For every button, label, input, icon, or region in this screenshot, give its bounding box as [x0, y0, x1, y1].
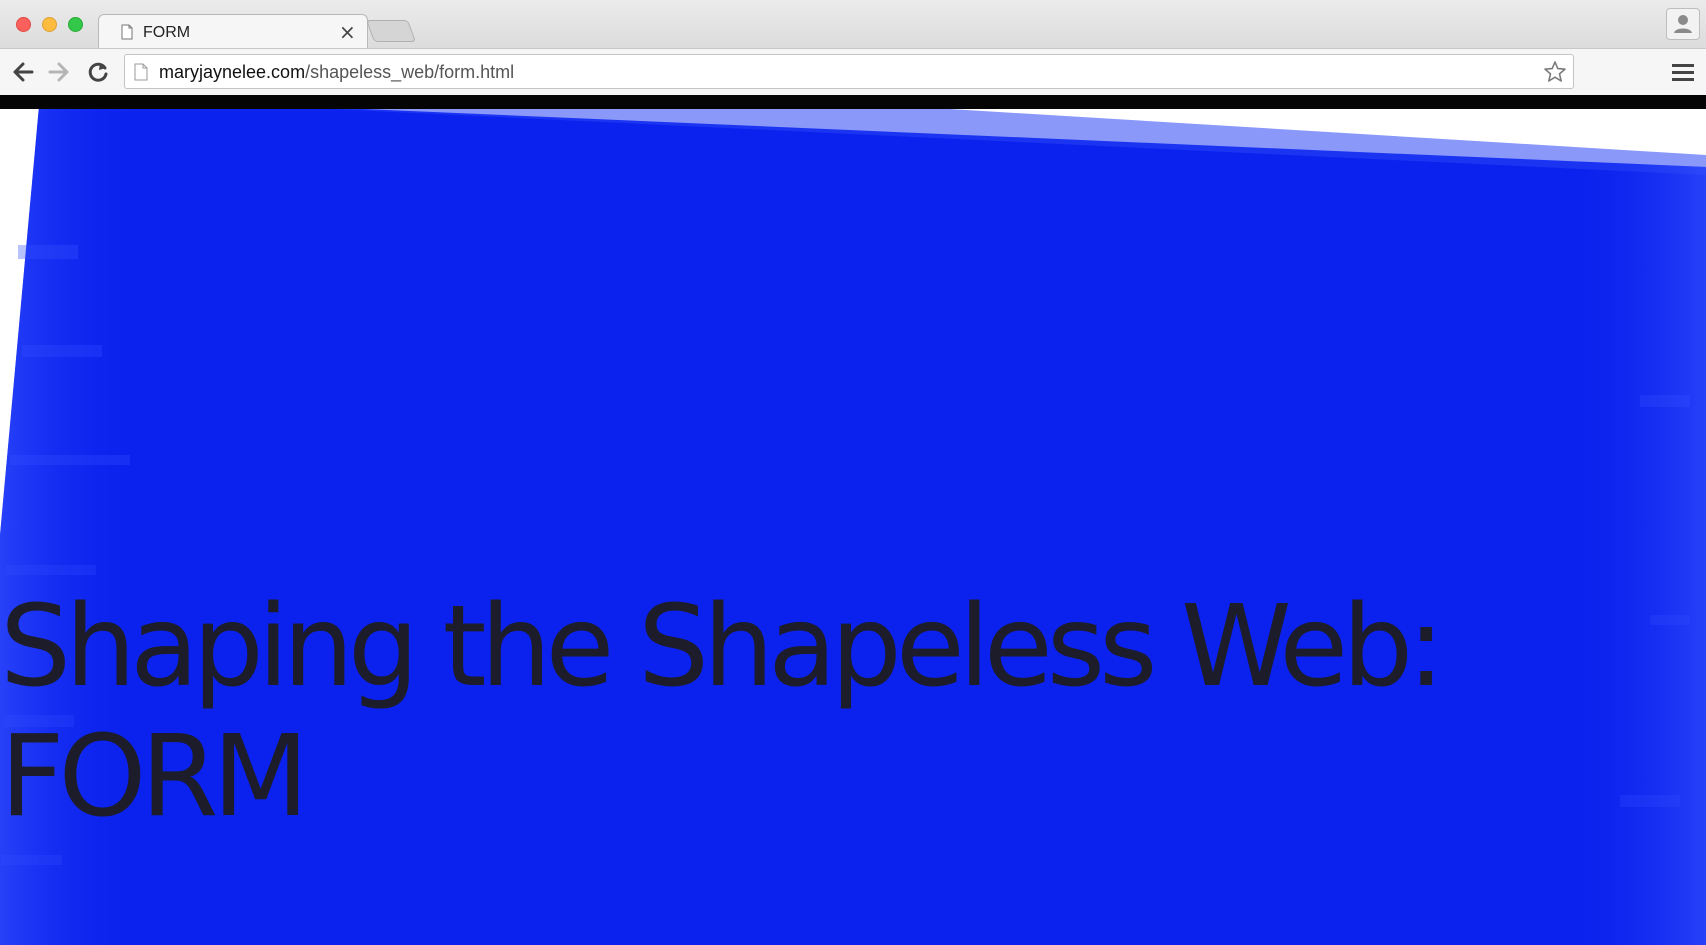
page-top-bar: [0, 95, 1706, 109]
tab-title: FORM: [143, 24, 191, 41]
url-path: /shapeless_web/form.html: [305, 62, 515, 82]
page-icon: [134, 63, 148, 81]
url-host: maryjaynelee.com: [159, 62, 306, 82]
page-title: Shaping the Shapeless Web: FORM: [0, 582, 1600, 842]
back-arrow-icon[interactable]: [10, 59, 36, 85]
url-text[interactable]: maryjaynelee.com/shapeless_web/form.html: [159, 62, 514, 83]
page-title-line2: FORM: [0, 712, 309, 842]
document-icon: [121, 24, 133, 40]
close-window-icon[interactable]: [16, 17, 31, 32]
address-bar[interactable]: maryjaynelee.com/shapeless_web/form.html: [124, 54, 1574, 89]
reload-icon[interactable]: [85, 59, 111, 85]
menu-icon[interactable]: [1670, 61, 1696, 83]
new-tab-icon[interactable]: [365, 20, 417, 42]
forward-arrow-icon[interactable]: [46, 59, 72, 85]
page-viewport: Shaping the Shapeless Web: FORM: [0, 95, 1706, 945]
page-title-line1: Shaping the Shapeless Web:: [0, 582, 1445, 712]
minimize-window-icon[interactable]: [42, 17, 57, 32]
browser-tab[interactable]: FORM ×: [98, 14, 368, 50]
browser-title-bar: FORM ×: [0, 0, 1706, 50]
close-tab-icon[interactable]: ×: [339, 20, 356, 44]
browser-toolbar: maryjaynelee.com/shapeless_web/form.html: [0, 48, 1706, 95]
profile-icon[interactable]: [1666, 8, 1700, 40]
bookmark-star-icon[interactable]: [1543, 60, 1567, 84]
maximize-window-icon[interactable]: [68, 17, 83, 32]
